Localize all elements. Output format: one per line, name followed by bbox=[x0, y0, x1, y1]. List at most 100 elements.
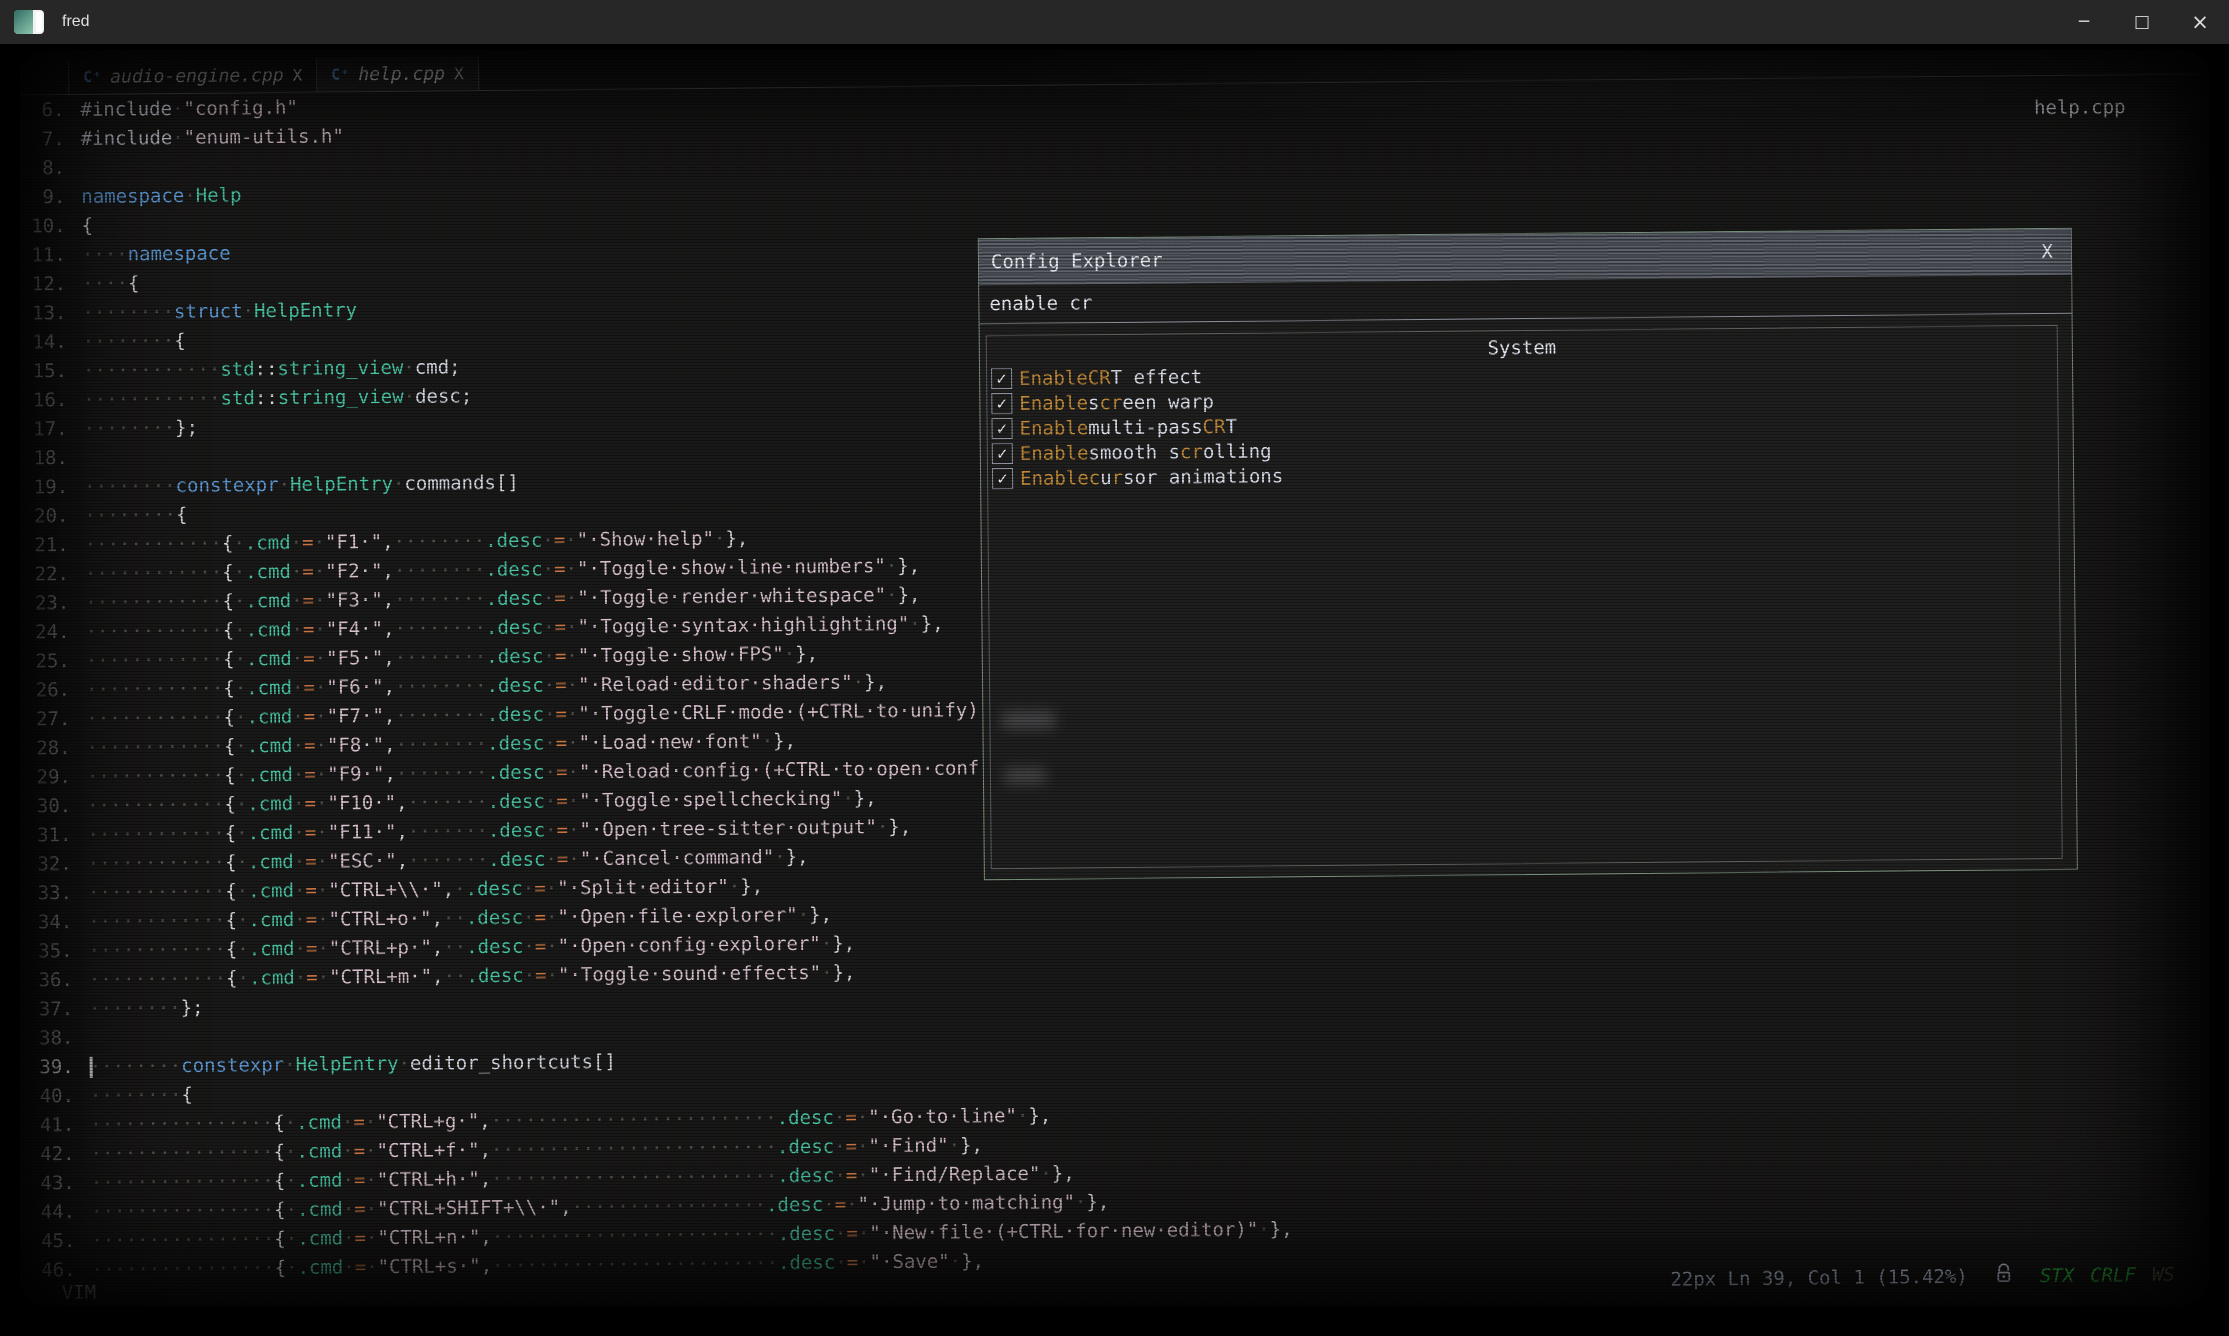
code-token: ; bbox=[449, 356, 461, 378]
code-token: { bbox=[225, 909, 237, 931]
checkbox-checked[interactable]: ✓ bbox=[992, 468, 1013, 489]
code-token: · bbox=[543, 558, 555, 580]
code-token: · bbox=[567, 703, 579, 725]
tab-audio-engine.cpp[interactable]: C⁺audio-engine.cppX bbox=[68, 58, 317, 94]
code-token: , bbox=[383, 618, 395, 640]
code-token: · bbox=[366, 1227, 378, 1249]
code-token: · bbox=[366, 1256, 378, 1278]
code-token: · bbox=[236, 793, 248, 815]
statusbar-right: 22px Ln 39, Col 1 (15.42%) STXCRLFWS bbox=[1670, 1261, 2175, 1293]
lock-icon[interactable] bbox=[1994, 1262, 2014, 1289]
code-token: · bbox=[317, 880, 329, 902]
line-number: 29. bbox=[21, 763, 71, 792]
tab-help.cpp[interactable]: C⁺help.cppX bbox=[317, 56, 479, 92]
code-token: Help bbox=[196, 184, 242, 206]
code-token: { bbox=[226, 938, 238, 960]
line-number: 8. bbox=[20, 154, 65, 183]
code-token: }, bbox=[1270, 1218, 1293, 1240]
code-token: · bbox=[886, 584, 898, 606]
code-token: · bbox=[286, 1228, 298, 1250]
code-token: · bbox=[545, 819, 557, 841]
code-token: , bbox=[481, 1255, 493, 1277]
code-token: · bbox=[316, 764, 328, 786]
code-token: .desc bbox=[485, 558, 542, 581]
code-token: · bbox=[545, 790, 557, 812]
code-token: , bbox=[384, 763, 396, 785]
code-token: }, bbox=[832, 933, 855, 955]
window-controls: ─□× bbox=[2055, 0, 2229, 44]
code-token: · bbox=[846, 1193, 858, 1215]
line-number: 6. bbox=[20, 96, 65, 125]
code-token: · bbox=[365, 1111, 377, 1133]
checkbox-checked[interactable]: ✓ bbox=[991, 368, 1012, 389]
checkbox-checked[interactable]: ✓ bbox=[991, 393, 1012, 414]
code-token: ········ bbox=[394, 588, 486, 611]
code-token: .cmd bbox=[248, 880, 294, 902]
option-text: u bbox=[1100, 467, 1112, 489]
code-token: string_view bbox=[277, 357, 403, 380]
code-token: { bbox=[275, 1257, 287, 1279]
code-token: · bbox=[524, 965, 536, 987]
code-token: { bbox=[82, 215, 94, 237]
checkbox-checked[interactable]: ✓ bbox=[992, 418, 1013, 439]
code-token: .cmd bbox=[297, 1169, 343, 1191]
code-token: }, bbox=[725, 528, 748, 550]
line-number: 25. bbox=[20, 647, 70, 676]
code-token: ············ bbox=[87, 794, 224, 817]
code-token: · bbox=[544, 732, 556, 754]
code-token: · bbox=[835, 1223, 847, 1245]
code-token: "CTRL+n·" bbox=[377, 1226, 480, 1249]
code-token: · bbox=[284, 1054, 296, 1076]
code-token: .desc bbox=[485, 529, 542, 552]
status-flag-WS: WS bbox=[2152, 1263, 2175, 1285]
checkbox-checked[interactable]: ✓ bbox=[992, 443, 1013, 464]
code-token: cmd bbox=[415, 356, 450, 378]
code-token: · bbox=[566, 645, 578, 667]
code-token: · bbox=[237, 880, 249, 902]
code-token: { bbox=[222, 532, 234, 554]
app-title: fred bbox=[62, 13, 90, 31]
code-token: = bbox=[557, 848, 569, 870]
code-token: "·Toggle·syntax·highlighting" bbox=[577, 613, 909, 638]
code-token: · bbox=[1040, 1163, 1052, 1185]
line-number: 37. bbox=[23, 995, 73, 1024]
tab-close-icon[interactable]: X bbox=[293, 65, 303, 84]
code-token: · bbox=[291, 561, 303, 583]
code-token: = bbox=[555, 703, 567, 725]
code-token: = bbox=[354, 1227, 366, 1249]
code-token: · bbox=[565, 529, 577, 551]
code-token: std bbox=[220, 387, 255, 409]
code-token: ············ bbox=[86, 678, 223, 701]
code-token: ········ bbox=[395, 733, 487, 756]
close-button[interactable]: × bbox=[2171, 0, 2229, 44]
popup-close-icon[interactable]: X bbox=[2041, 229, 2053, 275]
code-token: "·Save" bbox=[870, 1251, 950, 1274]
code-token: · bbox=[567, 761, 579, 783]
minimize-button[interactable]: ─ bbox=[2055, 0, 2113, 44]
code-token: "CTRL+o·" bbox=[328, 908, 431, 931]
line-number: 13. bbox=[20, 299, 67, 328]
code-token: ············ bbox=[87, 736, 224, 759]
option-text: Enable bbox=[1020, 467, 1089, 490]
code-token: · bbox=[857, 1135, 869, 1157]
code-token: "·New·file·(+CTRL·for·new·editor)" bbox=[869, 1219, 1258, 1245]
maximize-button[interactable]: □ bbox=[2113, 0, 2171, 44]
code-token: · bbox=[291, 590, 303, 612]
code-token: · bbox=[237, 967, 249, 989]
code-token: · bbox=[1017, 1105, 1029, 1127]
code-token: { bbox=[224, 735, 236, 757]
tab-close-icon[interactable]: X bbox=[454, 64, 464, 83]
code-token: = bbox=[556, 761, 568, 783]
code-token: · bbox=[184, 185, 196, 207]
code-token: = bbox=[535, 964, 547, 986]
code-token: "CTRL+f·" bbox=[376, 1139, 479, 1162]
line-number: 17. bbox=[20, 415, 68, 444]
option-text: CR bbox=[1088, 367, 1111, 389]
code-token: "·Open·file·explorer" bbox=[557, 904, 797, 928]
code-token: , bbox=[383, 647, 395, 669]
code-token: · bbox=[858, 1251, 870, 1273]
code-token: · bbox=[834, 1165, 846, 1187]
code-token: = bbox=[306, 967, 318, 989]
code-token: .desc bbox=[778, 1223, 835, 1246]
code-token: · bbox=[315, 735, 327, 757]
